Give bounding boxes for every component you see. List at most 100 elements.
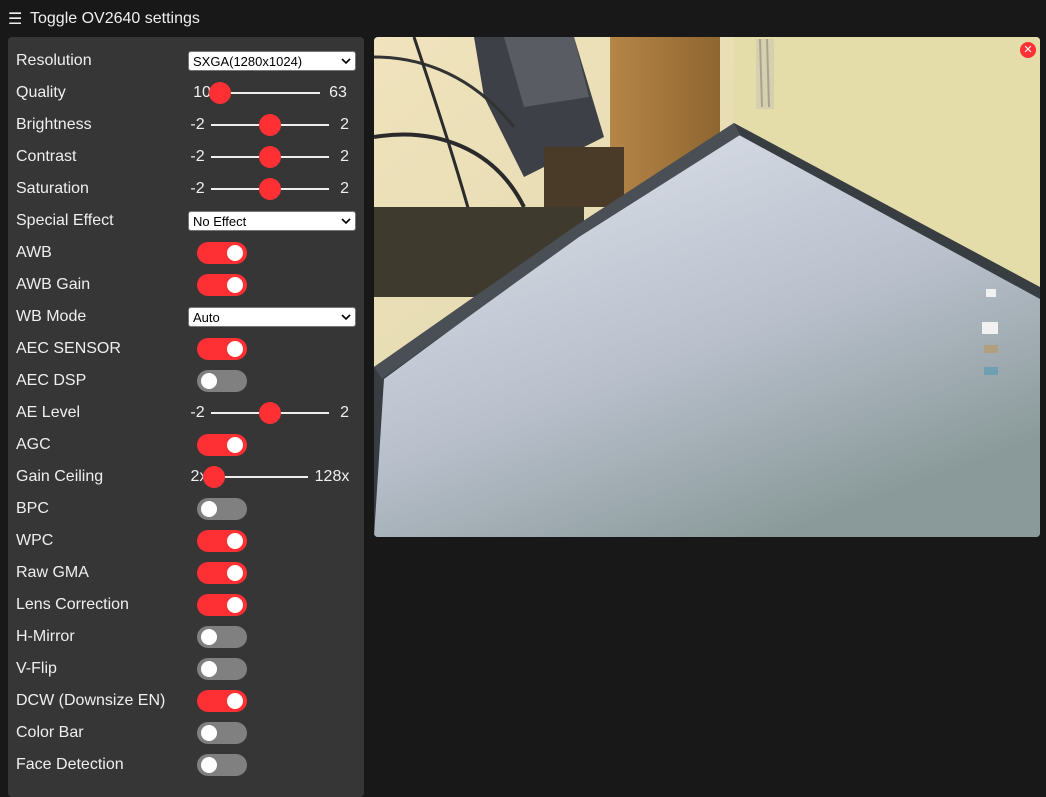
gain-ceiling-slider[interactable] (203, 466, 308, 488)
lens-correction-label: Lens Correction (16, 596, 129, 613)
settings-toggle-label: Toggle OV2640 settings (30, 10, 200, 27)
setting-dcw: DCW (Downsize EN) (16, 685, 356, 717)
brightness-slider-thumb[interactable] (259, 114, 282, 136)
wpc-label: WPC (16, 532, 54, 549)
resolution-label: Resolution (16, 52, 92, 69)
chevron-down-icon (341, 218, 351, 225)
setting-ae-level: AE Level -2 2 (16, 397, 356, 429)
toggle-knob (201, 501, 217, 517)
resolution-value: SXGA(1280x1024) (193, 53, 303, 69)
setting-face-detection: Face Detection (16, 749, 356, 781)
toggle-knob (227, 245, 243, 261)
contrast-min: -2 (190, 148, 205, 165)
ae-level-slider[interactable] (211, 402, 330, 424)
agc-toggle[interactable] (197, 434, 247, 456)
brightness-label: Brightness (16, 116, 92, 133)
awb-gain-label: AWB Gain (16, 276, 91, 293)
color-bar-label: Color Bar (16, 724, 84, 741)
settings-toggle[interactable]: ☰ Toggle OV2640 settings (8, 8, 200, 30)
wpc-toggle[interactable] (197, 530, 247, 552)
special-effect-value: No Effect (193, 213, 247, 229)
lens-correction-toggle[interactable] (197, 594, 247, 616)
setting-v-flip: V-Flip (16, 653, 356, 685)
awb-label: AWB (16, 244, 52, 261)
camera-stream: ✕ (374, 37, 1040, 537)
saturation-max: 2 (340, 180, 350, 197)
h-mirror-label: H-Mirror (16, 628, 75, 645)
chevron-down-icon (341, 314, 351, 321)
raw-gma-label: Raw GMA (16, 564, 89, 581)
awb-toggle[interactable] (197, 242, 247, 264)
contrast-max: 2 (340, 148, 350, 165)
toggle-knob (227, 533, 243, 549)
wb-mode-label: WB Mode (16, 308, 87, 325)
toggle-knob (227, 565, 243, 581)
bpc-toggle[interactable] (197, 498, 247, 520)
toggle-knob (227, 597, 243, 613)
aec-sensor-label: AEC SENSOR (16, 340, 121, 357)
dcw-label: DCW (Downsize EN) (16, 692, 166, 709)
raw-gma-toggle[interactable] (197, 562, 247, 584)
close-stream-button[interactable]: ✕ (1020, 42, 1036, 58)
color-bar-toggle[interactable] (197, 722, 247, 744)
toggle-knob (201, 661, 217, 677)
v-flip-label: V-Flip (16, 660, 57, 677)
setting-h-mirror: H-Mirror (16, 621, 356, 653)
wb-mode-select[interactable]: Auto (188, 307, 356, 327)
setting-aec-sensor: AEC SENSOR (16, 333, 356, 365)
close-icon: ✕ (1023, 44, 1033, 56)
face-detection-toggle[interactable] (197, 754, 247, 776)
gain-ceiling-slider-thumb[interactable] (203, 466, 225, 488)
aec-dsp-label: AEC DSP (16, 372, 87, 389)
resolution-select[interactable]: SXGA(1280x1024) (188, 51, 356, 71)
gain-ceiling-max: 128x (314, 468, 350, 485)
gain-ceiling-label: Gain Ceiling (16, 468, 104, 485)
contrast-label: Contrast (16, 148, 77, 165)
toggle-knob (201, 757, 217, 773)
toggle-knob (201, 373, 217, 389)
v-flip-toggle[interactable] (197, 658, 247, 680)
dcw-toggle[interactable] (197, 690, 247, 712)
chevron-down-icon (341, 58, 351, 65)
setting-aec-dsp: AEC DSP (16, 365, 356, 397)
ae-level-label: AE Level (16, 404, 81, 421)
quality-slider[interactable] (209, 82, 320, 104)
awb-gain-toggle[interactable] (197, 274, 247, 296)
h-mirror-toggle[interactable] (197, 626, 247, 648)
ae-level-slider-thumb[interactable] (259, 402, 282, 424)
ae-level-min: -2 (190, 404, 205, 421)
toggle-knob (227, 341, 243, 357)
saturation-slider-thumb[interactable] (259, 178, 282, 200)
setting-awb-gain: AWB Gain (16, 269, 356, 301)
brightness-max: 2 (340, 116, 350, 133)
ae-level-max: 2 (340, 404, 350, 421)
brightness-slider[interactable] (211, 114, 330, 136)
setting-wb-mode: WB Mode Auto (16, 301, 356, 333)
setting-saturation: Saturation -2 2 (16, 173, 356, 205)
special-effect-label: Special Effect (16, 212, 114, 229)
quality-label: Quality (16, 84, 66, 101)
setting-raw-gma: Raw GMA (16, 557, 356, 589)
setting-color-bar: Color Bar (16, 717, 356, 749)
aec-dsp-toggle[interactable] (197, 370, 247, 392)
hamburger-icon: ☰ (8, 11, 23, 28)
setting-special-effect: Special Effect No Effect (16, 205, 356, 237)
setting-brightness: Brightness -2 2 (16, 109, 356, 141)
contrast-slider-thumb[interactable] (259, 146, 282, 168)
brightness-min: -2 (190, 116, 205, 133)
setting-awb: AWB (16, 237, 356, 269)
saturation-min: -2 (190, 180, 205, 197)
saturation-slider[interactable] (211, 178, 330, 200)
toggle-knob (201, 629, 217, 645)
quality-slider-thumb[interactable] (209, 82, 231, 104)
special-effect-select[interactable]: No Effect (188, 211, 356, 231)
aec-sensor-toggle[interactable] (197, 338, 247, 360)
saturation-label: Saturation (16, 180, 89, 197)
wb-mode-value: Auto (193, 309, 220, 325)
setting-lens-correction: Lens Correction (16, 589, 356, 621)
face-detection-label: Face Detection (16, 756, 124, 773)
setting-wpc: WPC (16, 525, 356, 557)
contrast-slider[interactable] (211, 146, 330, 168)
settings-panel: Resolution SXGA(1280x1024) Quality 10 63… (8, 37, 364, 797)
toggle-knob (227, 277, 243, 293)
